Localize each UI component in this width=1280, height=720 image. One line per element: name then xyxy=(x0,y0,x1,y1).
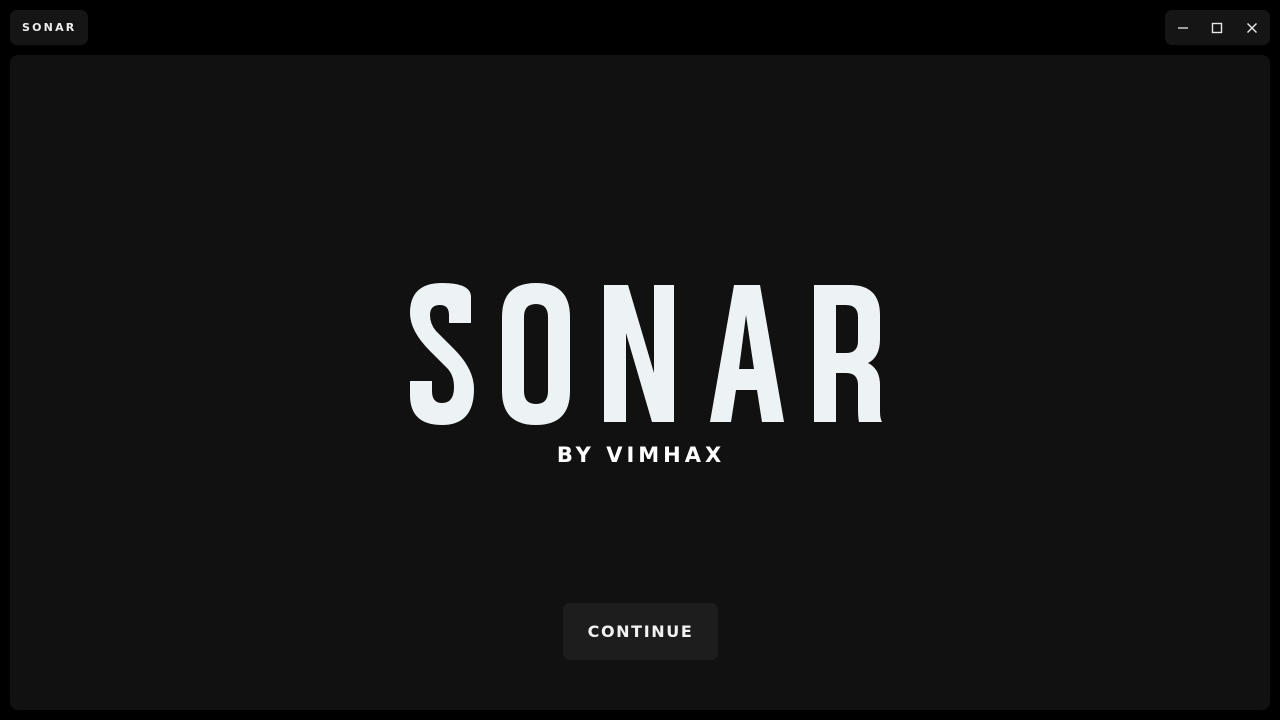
splash-content: SONAR BY VIMHAX CONTINUE xyxy=(10,55,1270,710)
app-name: SONAR xyxy=(22,21,77,34)
sonar-logo: SONAR xyxy=(408,277,883,427)
logo-text: SONAR xyxy=(408,427,409,428)
app-window: SONAR BY VIMHAX CONTINUE xyxy=(0,0,1280,720)
maximize-icon xyxy=(1211,22,1223,34)
window-controls xyxy=(1165,10,1270,45)
close-button[interactable] xyxy=(1237,13,1267,43)
minimize-button[interactable] xyxy=(1168,13,1198,43)
minimize-icon xyxy=(1177,22,1189,34)
continue-label: CONTINUE xyxy=(587,622,694,641)
continue-button[interactable]: CONTINUE xyxy=(563,603,718,660)
byline: BY VIMHAX xyxy=(556,443,726,467)
close-icon xyxy=(1246,22,1258,34)
maximize-button[interactable] xyxy=(1202,13,1232,43)
app-name-badge: SONAR xyxy=(10,10,89,45)
titlebar[interactable]: SONAR xyxy=(0,0,1280,55)
